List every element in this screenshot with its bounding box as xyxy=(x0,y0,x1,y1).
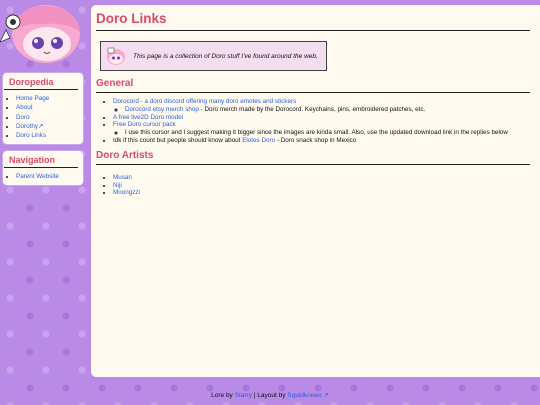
footer-layout-author-link[interactable]: Squidkneeo ↗ xyxy=(287,392,329,399)
general-divider xyxy=(96,92,530,93)
sidebar-item-about[interactable]: About xyxy=(16,103,82,112)
elotes-link[interactable]: Elotes Doro xyxy=(242,137,275,144)
title-divider xyxy=(96,30,530,31)
sidebar-item-parent-website[interactable]: Parent Website xyxy=(16,172,82,181)
sidebar-item-doro[interactable]: Doro xyxy=(16,113,82,122)
cursor-description: I use this cursor and I suggest making i… xyxy=(125,129,508,137)
notice-text: This page is a collection of Doro stuff … xyxy=(133,52,318,60)
dorocord-link[interactable]: Dorocord - a doro discord offering many … xyxy=(113,98,296,105)
sidebar-item-doro-links[interactable]: Doro Links xyxy=(16,131,82,140)
general-list: Dorocord - a doro discord offering many … xyxy=(96,98,540,145)
sidebar-item-home[interactable]: Home Page xyxy=(16,94,82,103)
artist-link-musan[interactable]: Musan xyxy=(113,174,132,181)
navigation-box: Navigation Parent Website xyxy=(3,151,83,186)
general-heading: General xyxy=(96,78,134,89)
page-title: Doro Links xyxy=(96,11,167,26)
doro-mascot-icon xyxy=(0,5,80,63)
list-item: Niji xyxy=(113,182,540,190)
artists-divider xyxy=(96,163,530,165)
footer-layout-prefix: | Layout by xyxy=(251,392,288,399)
elotes-intro: Idk if this count but people should know… xyxy=(113,136,243,144)
main-content: Doro Links This page is a collection of … xyxy=(91,5,540,377)
list-item: Musan xyxy=(113,174,540,182)
etsy-description: - Doro merch made by the Dorocord. Keych… xyxy=(198,105,426,113)
list-item: Moongzzi xyxy=(113,189,540,197)
doropedia-list: Home Page About Doro Dorothy↗ Doro Links xyxy=(4,94,82,140)
artists-heading: Doro Artists xyxy=(96,149,154,161)
doro-notice-icon xyxy=(107,47,125,65)
list-item: Dorocord - a doro discord offering many … xyxy=(113,98,540,114)
doropedia-title: Doropedia xyxy=(4,74,78,90)
live2d-link[interactable]: A free live2D Doro model xyxy=(113,114,183,121)
cursor-link[interactable]: Free Doro cursor pack xyxy=(113,121,176,128)
list-item: Idk if this count but people should know… xyxy=(113,137,540,145)
etsy-link[interactable]: Dorocord etsy merch shop xyxy=(125,106,199,113)
artist-link-moongzzi[interactable]: Moongzzi xyxy=(113,189,140,196)
navigation-title: Navigation xyxy=(4,152,78,168)
doropedia-box: Doropedia Home Page About Doro Dorothy↗ … xyxy=(3,73,83,145)
footer: Lore by Starry | Layout by Squidkneeo ↗ xyxy=(0,391,540,399)
footer-lore-prefix: Lore by xyxy=(211,392,235,399)
artist-link-niji[interactable]: Niji xyxy=(113,182,122,189)
notice-box: This page is a collection of Doro stuff … xyxy=(100,41,327,71)
sidebar-item-dorothy[interactable]: Dorothy↗ xyxy=(16,122,82,131)
list-item: Dorocord etsy merch shop - Doro merch ma… xyxy=(125,106,540,114)
list-item: Free Doro cursor pack I use this cursor … xyxy=(113,121,540,137)
footer-lore-author-link[interactable]: Starry xyxy=(235,392,252,399)
list-item: I use this cursor and I suggest making i… xyxy=(125,129,540,137)
elotes-description: - Doro snack shop in Mexico xyxy=(275,136,357,144)
list-item: A free live2D Doro model xyxy=(113,114,540,122)
navigation-list: Parent Website xyxy=(4,172,82,181)
artists-list: Musan Niji Moongzzi xyxy=(96,174,540,197)
